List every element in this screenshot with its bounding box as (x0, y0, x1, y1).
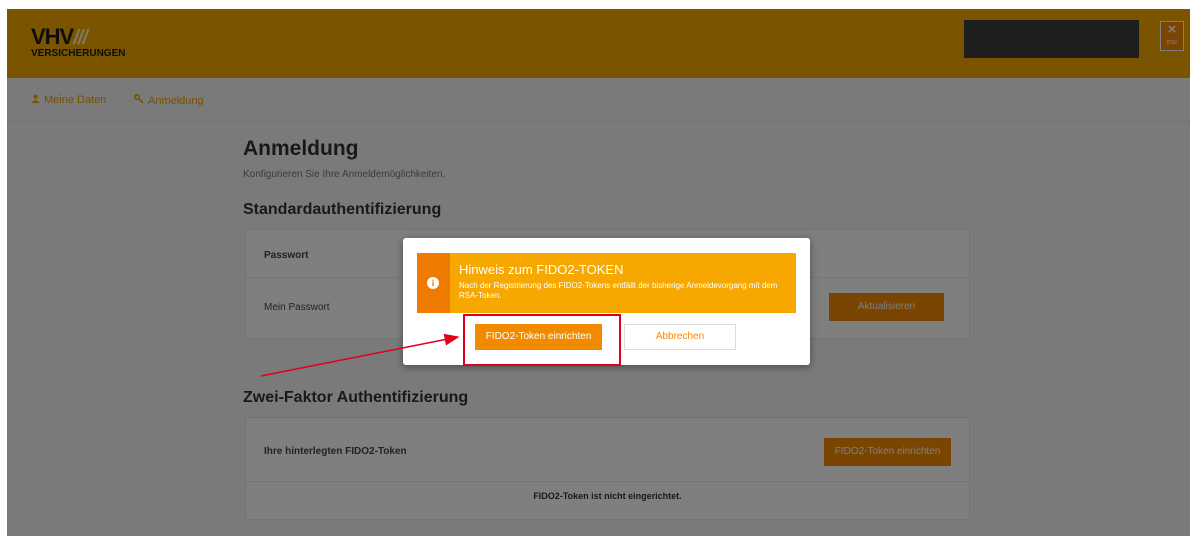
hint-alert: i Hinweis zum FIDO2-TOKEN Nach der Regis… (417, 253, 796, 313)
alert-text: Nach der Registrierung des FIDO2-Tokens … (459, 281, 778, 300)
alert-icon-strip: i (417, 253, 450, 313)
info-icon: i (427, 277, 439, 289)
browser-viewport: VHV/// VERSICHERUNGEN × esc Meine Daten … (7, 9, 1190, 536)
annotation-highlight-box (463, 314, 621, 366)
cancel-button[interactable]: Abbrechen (624, 324, 736, 350)
alert-title: Hinweis zum FIDO2-TOKEN (459, 262, 624, 277)
